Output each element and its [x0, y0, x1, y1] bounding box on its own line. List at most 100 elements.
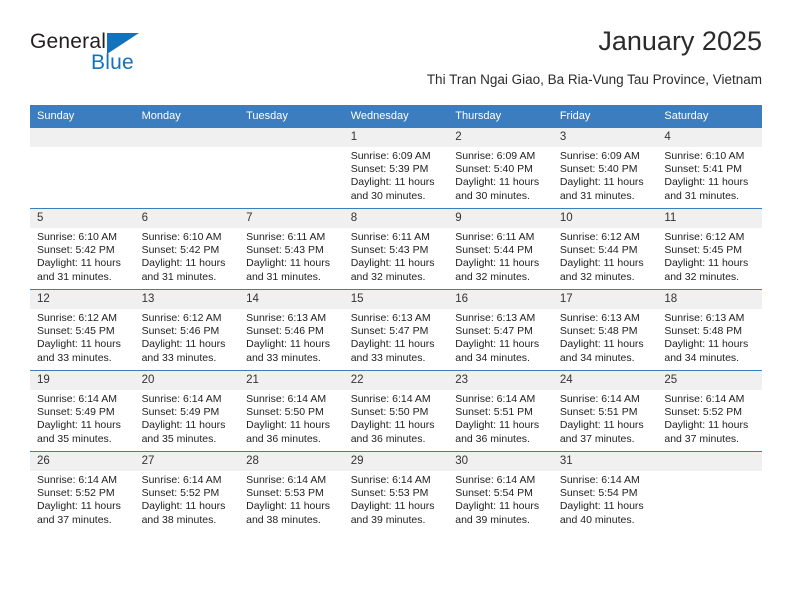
- calendar-week-row: 19 Sunrise: 6:14 AM Sunset: 5:49 PM Dayligh…: [30, 370, 762, 452]
- day-sunset-text: Sunset: 5:52 PM: [141, 487, 220, 500]
- day-daylight1-text: Daylight: 11 hours: [350, 500, 435, 513]
- weekday-header-thursday: Thursday: [448, 105, 553, 128]
- day-number: 1: [343, 128, 449, 147]
- day-daylight2-text: and 35 minutes.: [141, 432, 217, 445]
- generalblue-logo[interactable]: General Blue: [30, 30, 240, 82]
- day-daylight2-text: and 31 minutes.: [664, 189, 740, 202]
- day-sun-info: Sunrise: 6:13 AM Sunset: 5:47 PM Daylight:…: [344, 309, 449, 365]
- day-sun-info: Sunrise: 6:14 AM Sunset: 5:51 PM Daylight:…: [448, 390, 553, 446]
- day-sun-info: Sunrise: 6:13 AM Sunset: 5:46 PM Daylight:…: [239, 309, 344, 365]
- day-sunrise-text: Sunrise: 6:13 AM: [246, 312, 327, 324]
- day-daylight1-text: Daylight: 11 hours: [37, 500, 121, 513]
- day-daylight2-text: and 33 minutes.: [350, 351, 426, 364]
- calendar-day-cell[interactable]: 29 Sunrise: 6:14 AM Sunset: 5:53 PM Dayligh…: [343, 451, 449, 532]
- calendar-day-cell[interactable]: 23 Sunrise: 6:14 AM Sunset: 5:51 PM Dayligh…: [448, 370, 553, 452]
- calendar-day-cell[interactable]: 20 Sunrise: 6:14 AM Sunset: 5:49 PM Dayligh…: [134, 370, 240, 452]
- day-sunset-text: Sunset: 5:49 PM: [37, 406, 115, 419]
- day-daylight2-text: and 33 minutes.: [141, 351, 217, 364]
- calendar-day-cell[interactable]: 6 Sunrise: 6:10 AM Sunset: 5:42 PM Daylight…: [134, 208, 240, 290]
- day-number: 24: [552, 371, 658, 390]
- day-daylight1-text: Daylight: 11 hours: [350, 419, 435, 432]
- calendar-day-cell[interactable]: 25 Sunrise: 6:14 AM Sunset: 5:52 PM Dayligh…: [657, 370, 762, 452]
- calendar-day-cell[interactable]: 24 Sunrise: 6:14 AM Sunset: 5:51 PM Dayligh…: [552, 370, 658, 452]
- day-sunrise-text: Sunrise: 6:13 AM: [664, 312, 745, 324]
- day-daylight1-text: Daylight: 11 hours: [664, 176, 749, 189]
- day-sun-info: Sunrise: 6:11 AM Sunset: 5:43 PM Daylight:…: [344, 228, 449, 284]
- day-daylight1-text: Daylight: 11 hours: [246, 419, 330, 432]
- day-sun-info: Sunrise: 6:10 AM Sunset: 5:42 PM Daylight:…: [135, 228, 240, 284]
- calendar-day-cell[interactable]: 30 Sunrise: 6:14 AM Sunset: 5:54 PM Dayligh…: [448, 451, 553, 532]
- calendar-cell-empty: [30, 127, 135, 209]
- calendar-day-cell[interactable]: 13 Sunrise: 6:12 AM Sunset: 5:46 PM Dayligh…: [134, 289, 240, 371]
- day-daylight1-text: Daylight: 11 hours: [455, 500, 540, 513]
- calendar-day-cell[interactable]: 2 Sunrise: 6:09 AM Sunset: 5:40 PM Daylight…: [448, 127, 553, 209]
- calendar-body: 1 Sunrise: 6:09 AM Sunset: 5:39 PM Daylight…: [30, 127, 762, 532]
- day-daylight1-text: Daylight: 11 hours: [455, 338, 540, 351]
- day-sun-info: Sunrise: 6:14 AM Sunset: 5:52 PM Daylight:…: [30, 471, 135, 527]
- day-daylight1-text: Daylight: 11 hours: [246, 500, 330, 513]
- day-daylight1-text: Daylight: 11 hours: [37, 338, 121, 351]
- calendar-day-cell[interactable]: 28 Sunrise: 6:14 AM Sunset: 5:53 PM Dayligh…: [239, 451, 344, 532]
- day-sunset-text: Sunset: 5:51 PM: [455, 406, 533, 419]
- day-daylight2-text: and 38 minutes.: [246, 513, 321, 526]
- day-sunset-text: Sunset: 5:54 PM: [455, 487, 533, 500]
- day-sun-info: Sunrise: 6:14 AM Sunset: 5:51 PM Daylight:…: [553, 390, 658, 446]
- day-daylight1-text: Daylight: 11 hours: [246, 338, 330, 351]
- calendar-day-cell[interactable]: 22 Sunrise: 6:14 AM Sunset: 5:50 PM Dayligh…: [343, 370, 449, 452]
- calendar-day-cell[interactable]: 21 Sunrise: 6:14 AM Sunset: 5:50 PM Dayligh…: [239, 370, 344, 452]
- calendar-day-cell[interactable]: 3 Sunrise: 6:09 AM Sunset: 5:40 PM Daylight…: [552, 127, 658, 209]
- calendar-day-cell[interactable]: 9 Sunrise: 6:11 AM Sunset: 5:44 PM Daylight…: [448, 208, 553, 290]
- calendar-week-row: 12 Sunrise: 6:12 AM Sunset: 5:45 PM Dayligh…: [30, 289, 762, 371]
- day-daylight1-text: Daylight: 11 hours: [350, 338, 435, 351]
- calendar-day-cell[interactable]: 26 Sunrise: 6:14 AM Sunset: 5:52 PM Dayligh…: [30, 451, 135, 532]
- day-sunset-text: Sunset: 5:40 PM: [559, 163, 638, 176]
- day-sunrise-text: Sunrise: 6:14 AM: [455, 393, 536, 405]
- calendar-week-row: 26 Sunrise: 6:14 AM Sunset: 5:52 PM Dayligh…: [30, 451, 762, 532]
- day-number: 23: [448, 371, 553, 390]
- month-calendar: Sunday Monday Tuesday Wednesday Thursday…: [30, 105, 762, 532]
- day-number: 12: [30, 290, 135, 309]
- day-sunrise-text: Sunrise: 6:14 AM: [37, 393, 117, 405]
- calendar-day-cell[interactable]: 16 Sunrise: 6:13 AM Sunset: 5:47 PM Dayligh…: [448, 289, 553, 371]
- day-sun-info: Sunrise: 6:14 AM Sunset: 5:49 PM Daylight:…: [135, 390, 240, 446]
- calendar-day-cell[interactable]: 17 Sunrise: 6:13 AM Sunset: 5:48 PM Dayligh…: [552, 289, 658, 371]
- day-daylight2-text: and 31 minutes.: [246, 270, 321, 283]
- day-sunrise-text: Sunrise: 6:13 AM: [455, 312, 536, 324]
- day-sunrise-text: Sunrise: 6:14 AM: [350, 474, 431, 486]
- day-sun-info: Sunrise: 6:14 AM Sunset: 5:49 PM Daylight:…: [30, 390, 135, 446]
- calendar-day-cell[interactable]: 1 Sunrise: 6:09 AM Sunset: 5:39 PM Daylight…: [343, 127, 449, 209]
- calendar-day-cell[interactable]: 7 Sunrise: 6:11 AM Sunset: 5:43 PM Daylight…: [239, 208, 344, 290]
- day-sunrise-text: Sunrise: 6:09 AM: [350, 150, 431, 162]
- calendar-day-cell[interactable]: 4 Sunrise: 6:10 AM Sunset: 5:41 PM Daylight…: [657, 127, 762, 209]
- calendar-day-cell[interactable]: 27 Sunrise: 6:14 AM Sunset: 5:52 PM Dayligh…: [134, 451, 240, 532]
- calendar-day-cell[interactable]: 31 Sunrise: 6:14 AM Sunset: 5:54 PM Dayligh…: [552, 451, 658, 532]
- day-sun-info: Sunrise: 6:13 AM Sunset: 5:47 PM Daylight:…: [448, 309, 553, 365]
- day-sunset-text: Sunset: 5:43 PM: [246, 244, 324, 257]
- day-sunrise-text: Sunrise: 6:13 AM: [350, 312, 431, 324]
- day-number: 13: [134, 290, 240, 309]
- day-sunset-text: Sunset: 5:53 PM: [246, 487, 324, 500]
- day-daylight1-text: Daylight: 11 hours: [559, 176, 644, 189]
- day-daylight2-text: and 36 minutes.: [246, 432, 321, 445]
- day-number: 21: [239, 371, 344, 390]
- day-daylight2-text: and 40 minutes.: [559, 513, 635, 526]
- day-daylight2-text: and 37 minutes.: [664, 432, 740, 445]
- calendar-day-cell[interactable]: 15 Sunrise: 6:13 AM Sunset: 5:47 PM Dayligh…: [343, 289, 449, 371]
- day-number: [657, 452, 762, 471]
- day-sun-info: Sunrise: 6:13 AM Sunset: 5:48 PM Daylight:…: [553, 309, 658, 365]
- calendar-day-cell[interactable]: 10 Sunrise: 6:12 AM Sunset: 5:44 PM Dayligh…: [552, 208, 658, 290]
- day-sunset-text: Sunset: 5:47 PM: [455, 325, 533, 338]
- day-sun-info: Sunrise: 6:14 AM Sunset: 5:54 PM Daylight:…: [448, 471, 553, 527]
- day-sun-info: Sunrise: 6:11 AM Sunset: 5:43 PM Daylight:…: [239, 228, 344, 284]
- calendar-day-cell[interactable]: 14 Sunrise: 6:13 AM Sunset: 5:46 PM Dayligh…: [239, 289, 344, 371]
- day-daylight2-text: and 31 minutes.: [37, 270, 112, 283]
- day-number: 4: [657, 128, 762, 147]
- day-daylight2-text: and 37 minutes.: [559, 432, 635, 445]
- calendar-day-cell[interactable]: 19 Sunrise: 6:14 AM Sunset: 5:49 PM Dayligh…: [30, 370, 135, 452]
- calendar-day-cell[interactable]: 5 Sunrise: 6:10 AM Sunset: 5:42 PM Daylight…: [30, 208, 135, 290]
- calendar-day-cell[interactable]: 12 Sunrise: 6:12 AM Sunset: 5:45 PM Dayligh…: [30, 289, 135, 371]
- calendar-day-cell[interactable]: 8 Sunrise: 6:11 AM Sunset: 5:43 PM Daylight…: [343, 208, 449, 290]
- calendar-day-cell[interactable]: 11 Sunrise: 6:12 AM Sunset: 5:45 PM Dayligh…: [657, 208, 762, 290]
- calendar-day-cell[interactable]: 18 Sunrise: 6:13 AM Sunset: 5:48 PM Dayligh…: [657, 289, 762, 371]
- day-daylight1-text: Daylight: 11 hours: [664, 257, 749, 270]
